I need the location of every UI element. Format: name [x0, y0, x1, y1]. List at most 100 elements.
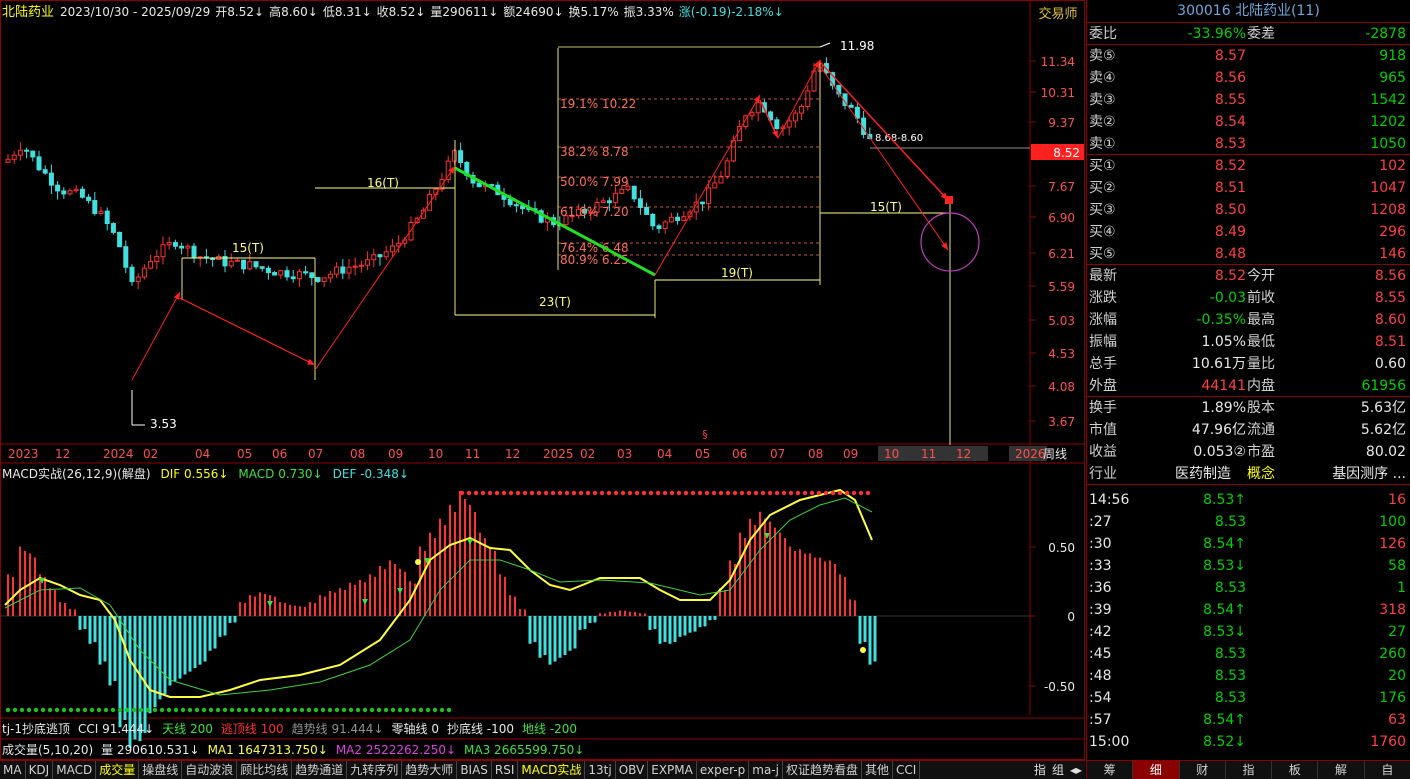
signal-dot-green — [278, 707, 284, 713]
toolbar-item[interactable]: 顾比均线 — [237, 761, 293, 779]
stock-title[interactable]: 300016 北陆药业(11) — [1087, 0, 1410, 23]
header-field: 换5.17% — [569, 5, 619, 19]
toolbar-item[interactable]: KDJ — [26, 761, 54, 779]
tick-row: :48 8.53 20 — [1087, 665, 1410, 687]
signal-dot-red — [557, 490, 563, 496]
toolbar-item[interactable]: 13tj — [585, 761, 616, 779]
tick-volume: 20 — [1388, 668, 1406, 684]
chart-area[interactable]: 北陆药业 2023/10/30 - 2025/09/29 开8.52↓ 高8.60↓ 低… — [0, 0, 1085, 760]
buy-marker — [397, 588, 403, 594]
tick-price: 8.53↓ — [1203, 558, 1246, 574]
stock-name-label: 北陆药业 — [2, 4, 54, 20]
signal-dot-red — [501, 490, 507, 496]
buy-marker — [362, 599, 368, 605]
side-tab[interactable]: 解 — [1318, 761, 1365, 779]
stat-value: 8.55 — [1374, 290, 1406, 306]
toolbar-item[interactable]: RSI — [492, 761, 519, 779]
stat-value: 8.60 — [1374, 312, 1406, 328]
signal-dot-green — [82, 707, 88, 713]
stat-label: 最低 — [1247, 334, 1275, 350]
tick-time: :42 — [1089, 624, 1112, 640]
time-tick-label: 04 — [195, 447, 210, 461]
candle-body — [228, 260, 234, 267]
toolbar-item[interactable]: ma-j — [749, 761, 783, 779]
tick-volume: 1760 — [1370, 734, 1406, 750]
industry-label: 行业 — [1089, 466, 1117, 482]
tick-price: 8.53 — [1214, 646, 1246, 662]
signal-dot-red — [599, 490, 605, 496]
scroll-arrows-icon[interactable]: ◂▸ — [1067, 761, 1085, 779]
info-value: 80.02 — [1365, 444, 1406, 460]
toolbar-item[interactable]: MACD实战 — [518, 761, 586, 779]
signal-dot-green — [432, 707, 438, 713]
wc-value: -2878 — [1365, 26, 1406, 42]
toolbar-item[interactable]: 趋势大师 — [402, 761, 458, 779]
signal-dot-red — [529, 490, 535, 496]
signal-dot-green — [376, 707, 382, 713]
side-tab[interactable]: 细 — [1133, 761, 1180, 779]
tick-price: 8.52↓ — [1203, 734, 1246, 750]
toolbar-item[interactable]: MA — [0, 761, 26, 779]
cycle-label: 19(T) — [721, 266, 753, 280]
side-tab[interactable]: 板 — [1272, 761, 1319, 779]
tick-time: :57 — [1089, 712, 1112, 728]
info-value: 1.89% — [1201, 400, 1246, 416]
signal-dot-red — [718, 490, 724, 496]
vol-legend: 成交量(5,10,20) — [2, 742, 93, 757]
buy-marker — [267, 601, 273, 607]
ask-volume: 1542 — [1370, 92, 1406, 108]
candle-body — [86, 196, 92, 201]
candle-body — [79, 188, 85, 198]
toolbar-item[interactable]: 自动波浪 — [182, 761, 238, 779]
stat-row: 涨幅 -0.35% 最高 8.60 — [1087, 309, 1410, 331]
candle-body — [191, 245, 197, 259]
toolbar-item[interactable]: BIAS — [457, 761, 492, 779]
stat-label: 最新 — [1089, 268, 1117, 284]
toolbar-item[interactable]: exper-p — [697, 761, 750, 779]
toolbar-item[interactable]: 成交量 — [96, 761, 140, 779]
side-tab[interactable]: 指 — [1226, 761, 1273, 779]
tick-volume: 260 — [1379, 646, 1406, 662]
tick-time: :48 — [1089, 668, 1112, 684]
toolbar-item[interactable]: 九转序列 — [347, 761, 403, 779]
side-tab[interactable]: 自 — [1365, 761, 1410, 779]
signal-dot-green — [229, 707, 235, 713]
toolbar-item[interactable]: MACD — [53, 761, 97, 779]
side-tab[interactable]: 筹 — [1087, 761, 1134, 779]
toolbar-right-item[interactable]: 指 — [1031, 761, 1049, 779]
trend-arrow — [654, 94, 761, 276]
header-field: 收8.52↓ — [377, 5, 426, 19]
side-tab[interactable]: 财 — [1180, 761, 1226, 779]
macd-legend: DEF -0.348↓ — [333, 467, 409, 481]
toolbar-item[interactable]: OBV — [616, 761, 649, 779]
header-field: 涨(-0.19)-2.18%↓ — [679, 4, 784, 19]
candle-body — [656, 225, 662, 229]
signal-dot-green — [355, 707, 361, 713]
toolbar-item[interactable]: 趋势通道 — [292, 761, 348, 779]
fib-label: 61.8% 7.20 — [560, 205, 629, 219]
bid-row: 买② 8.51 1047 — [1087, 177, 1410, 199]
signal-dot-green — [327, 707, 333, 713]
candle-body — [854, 106, 860, 119]
stat-value: 8.51 — [1374, 334, 1406, 350]
signal-dot-red — [494, 490, 500, 496]
price-tick-label: 4.53 — [1048, 347, 1075, 361]
ask-label: 卖⑤ — [1089, 48, 1116, 64]
toolbar-item[interactable]: EXPMA — [648, 761, 697, 779]
bid-volume: 102 — [1379, 158, 1406, 174]
candle-body — [340, 266, 346, 274]
toolbar-right-item[interactable]: 组 — [1049, 761, 1067, 779]
tick-price: 8.53 — [1214, 668, 1246, 684]
candle-body — [507, 198, 513, 206]
signal-dot-red — [620, 490, 626, 496]
price-tick-label: 4.08 — [1048, 380, 1075, 394]
candle-body — [234, 259, 240, 262]
toolbar-item[interactable]: 操盘线 — [139, 761, 183, 779]
ask-row: 卖② 8.54 1202 — [1087, 111, 1410, 133]
candle-body — [135, 276, 141, 283]
toolbar-item[interactable]: CCI — [893, 761, 921, 779]
toolbar-item[interactable]: 其他 — [862, 761, 893, 779]
stat-row: 振幅 1.05% 最低 8.51 — [1087, 331, 1410, 353]
toolbar-item[interactable]: 权证趋势看盘 — [783, 761, 862, 779]
signal-dot-green — [446, 707, 452, 713]
